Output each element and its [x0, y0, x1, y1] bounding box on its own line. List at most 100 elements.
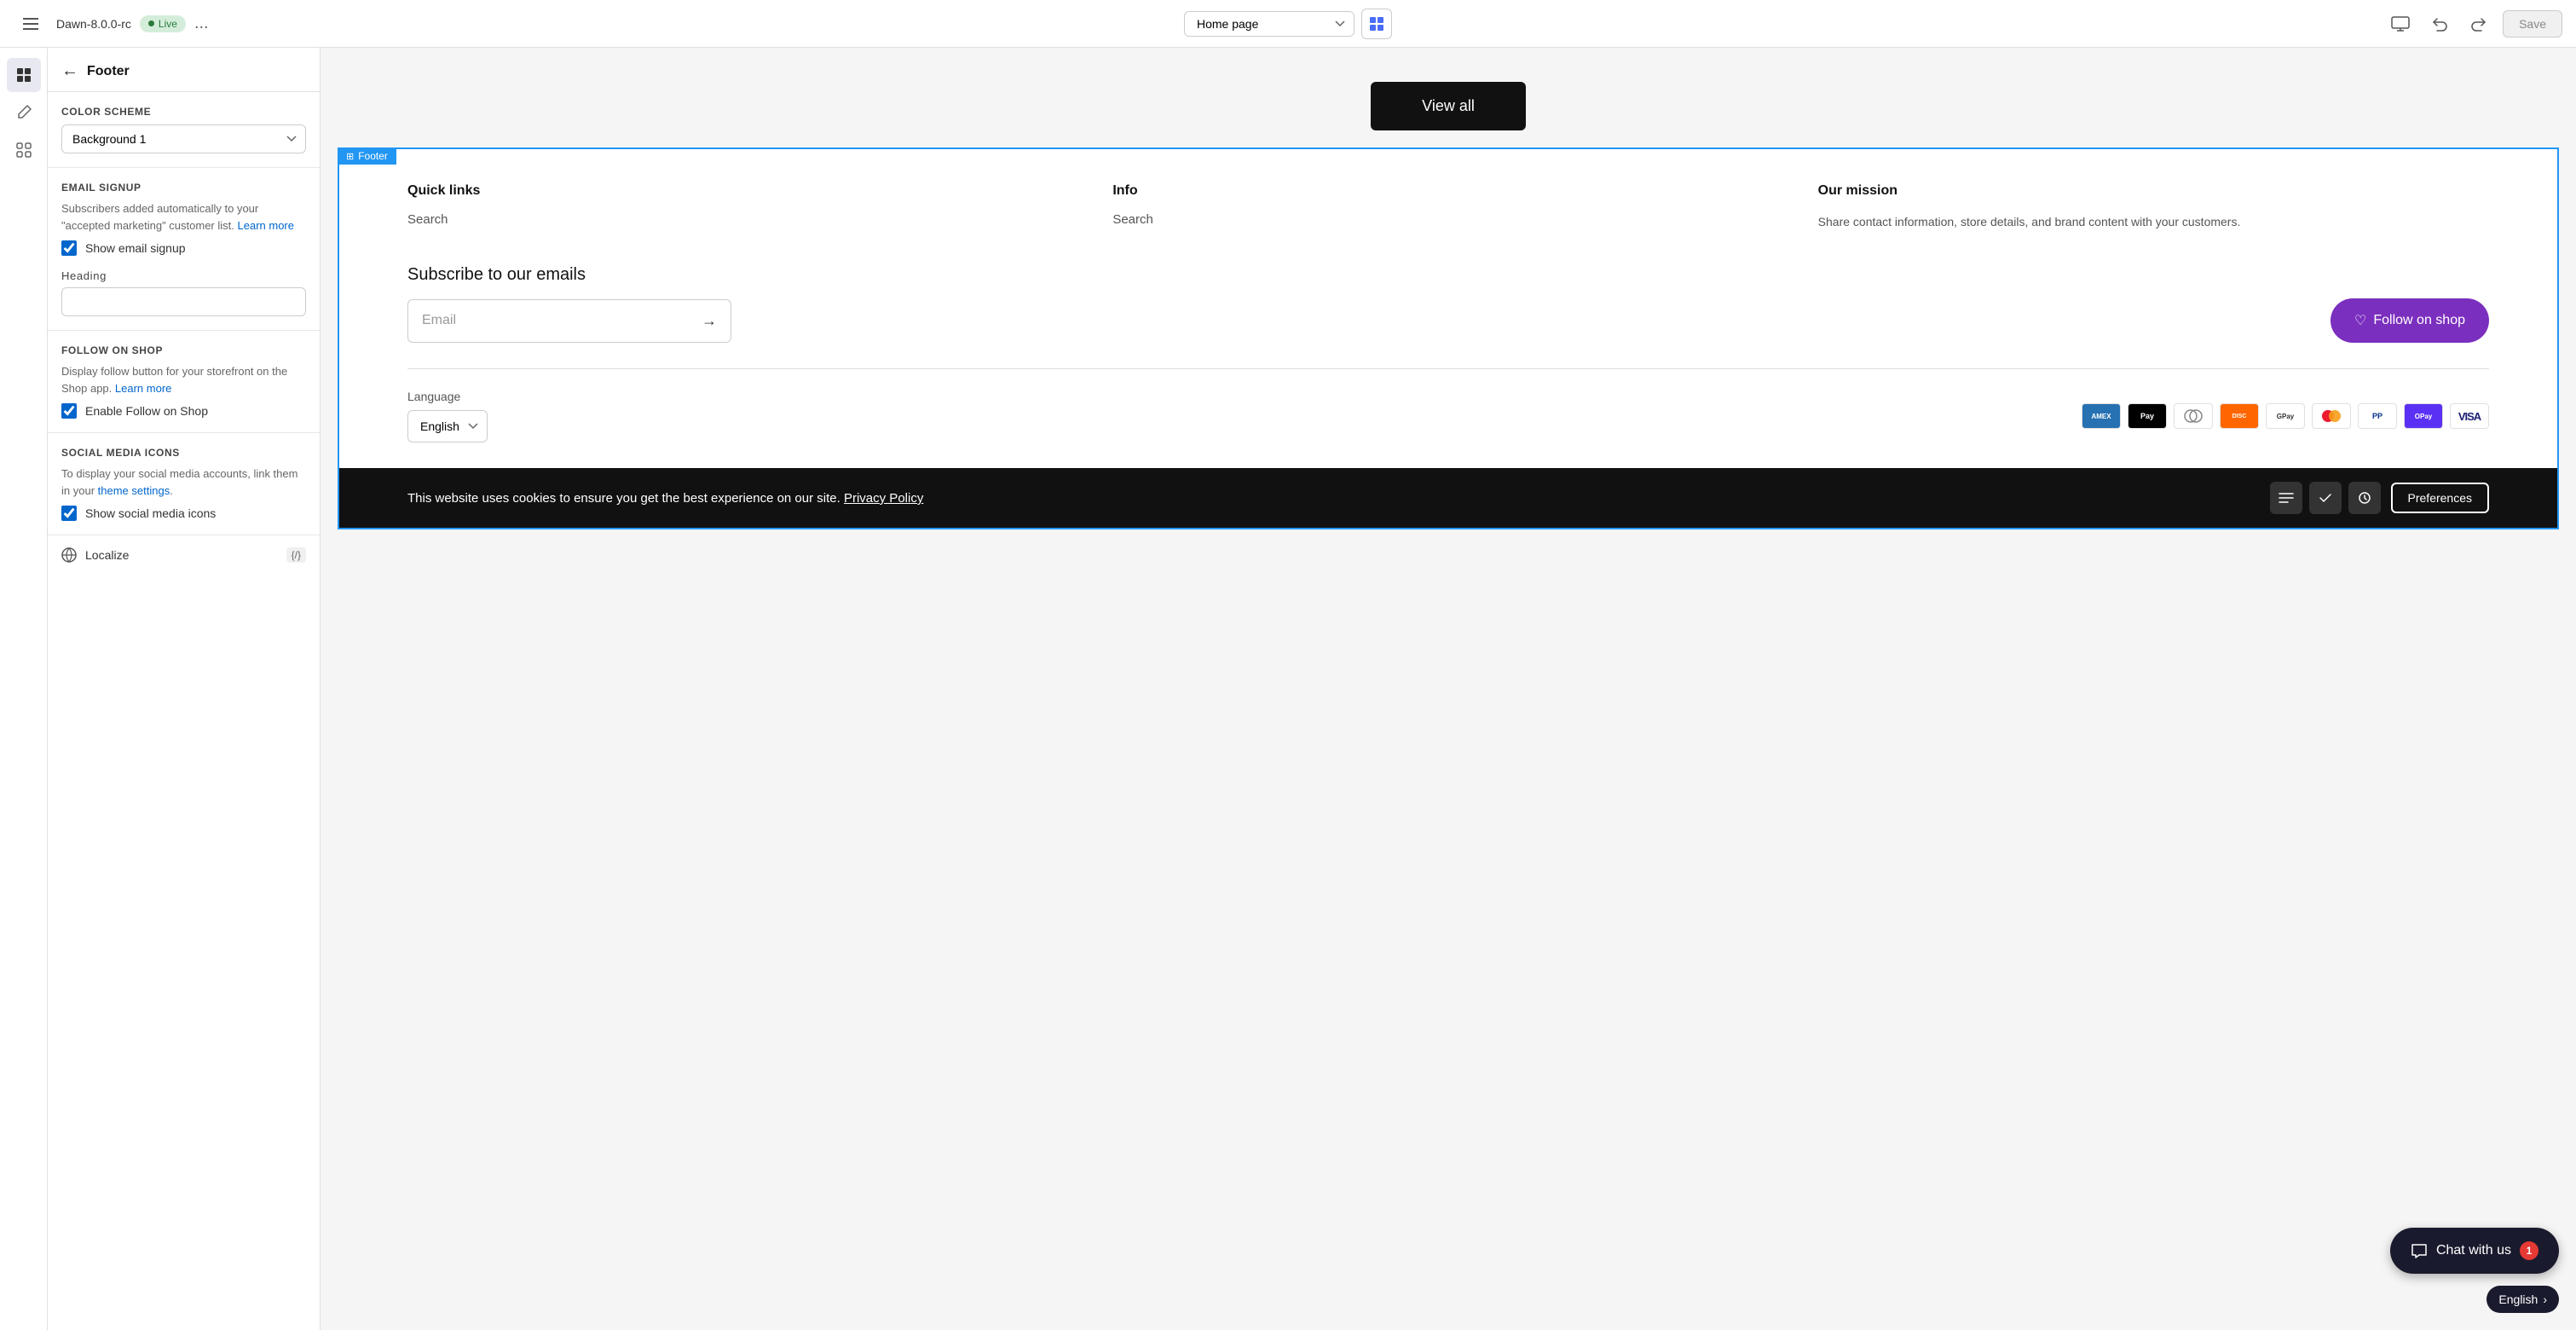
payment-apple: Pay: [2128, 403, 2167, 429]
sidebar-icon-apps[interactable]: [7, 133, 41, 167]
follow-btn-label: Follow on shop: [2373, 313, 2465, 328]
submit-arrow[interactable]: →: [702, 312, 717, 330]
follow-on-shop-label: FOLLOW ON SHOP: [61, 344, 306, 356]
topbar-center: Home page: [1184, 9, 1392, 39]
cookie-icons: [2270, 482, 2381, 514]
heading-input[interactable]: Subscribe to our emails: [61, 287, 306, 316]
enable-follow-row: Enable Follow on Shop: [61, 403, 306, 419]
undo-btn[interactable]: [2424, 9, 2455, 39]
follow-on-shop-section: FOLLOW ON SHOP Display follow button for…: [48, 331, 320, 433]
social-media-label: SOCIAL MEDIA ICONS: [61, 447, 306, 459]
info-search[interactable]: Search: [1112, 212, 1783, 227]
panel-header: ← Footer: [48, 48, 320, 92]
theme-settings-link[interactable]: theme settings: [98, 484, 170, 497]
heading-label: Heading: [61, 269, 306, 282]
social-media-desc: To display your social media accounts, l…: [61, 466, 306, 499]
email-signup-section: EMAIL SIGNUP Subscribers added automatic…: [48, 168, 320, 331]
footer-main: Quick links Search Info Search Our missi…: [339, 149, 2557, 468]
payment-paypal: PP: [2358, 403, 2397, 429]
color-scheme-label: Color scheme: [61, 106, 306, 118]
page-selector[interactable]: Home page: [1184, 11, 1354, 37]
show-social-label: Show social media icons: [85, 506, 216, 520]
redo-btn[interactable]: [2463, 9, 2494, 39]
payment-icons: AMEX Pay DISC GPay PP OPay VISA: [2082, 403, 2489, 429]
subscribe-row: Email → ♡ Follow on shop: [407, 298, 2489, 343]
footer-col-info: Info Search: [1112, 183, 1783, 231]
sidebar-icon-tools[interactable]: [7, 95, 41, 130]
live-badge: Live: [140, 15, 186, 32]
footer-tag-label: Footer: [358, 150, 388, 162]
live-dot: [148, 20, 154, 26]
email-signup-learn-more[interactable]: Learn more: [238, 219, 294, 232]
payment-google: GPay: [2266, 403, 2305, 429]
localize-icon: [61, 547, 77, 563]
color-scheme-section: Color scheme Background 1: [48, 92, 320, 168]
left-sidebar: [0, 48, 48, 1330]
localize-row[interactable]: Localize {/}: [48, 535, 320, 575]
payment-mastercard: [2312, 403, 2351, 429]
language-select[interactable]: English: [407, 410, 488, 442]
color-scheme-select[interactable]: Background 1: [61, 124, 306, 153]
cookie-icon-btn-1[interactable]: [2270, 482, 2302, 514]
email-signup-desc: Subscribers added automatically to your …: [61, 200, 306, 234]
chat-label: Chat with us: [2436, 1243, 2511, 1258]
footer-section: ⊞ Footer Quick links Search Info Search …: [338, 147, 2559, 529]
info-title: Info: [1112, 183, 1783, 199]
cookie-controls: Preferences: [2270, 482, 2489, 514]
footer-columns: Quick links Search Info Search Our missi…: [407, 183, 2489, 231]
preferences-button[interactable]: Preferences: [2391, 483, 2489, 513]
desktop-view-btn[interactable]: [2385, 9, 2416, 39]
chat-badge: 1: [2520, 1241, 2538, 1260]
subscribe-title: Subscribe to our emails: [407, 265, 2489, 285]
social-media-section: SOCIAL MEDIA ICONS To display your socia…: [48, 433, 320, 535]
cookie-icon-btn-2[interactable]: [2309, 482, 2342, 514]
sidebar-icon-sections[interactable]: [7, 58, 41, 92]
show-email-signup-row: Show email signup: [61, 240, 306, 256]
cookie-text: This website uses cookies to ensure you …: [407, 491, 923, 506]
chat-widget: Chat with us 1 English ›: [2390, 1228, 2559, 1313]
menu-icon[interactable]: [14, 7, 48, 41]
footer-col-mission: Our mission Share contact information, s…: [1818, 183, 2489, 231]
cookie-icon-btn-3[interactable]: [2348, 482, 2381, 514]
localize-label: Localize: [85, 548, 129, 562]
footer-tag-icon: ⊞: [346, 151, 354, 162]
quick-links-title: Quick links: [407, 183, 1078, 199]
language-section: Language English: [407, 390, 488, 442]
email-signup-label: EMAIL SIGNUP: [61, 182, 306, 194]
back-button[interactable]: ←: [61, 61, 78, 81]
cookie-bar: This website uses cookies to ensure you …: [339, 468, 2557, 528]
app-name: Dawn-8.0.0-rc: [56, 17, 131, 31]
grid-view-btn[interactable]: [1361, 9, 1392, 39]
chevron-right-icon: ›: [2543, 1292, 2547, 1306]
live-label: Live: [159, 18, 177, 30]
follow-on-shop-btn[interactable]: ♡ Follow on shop: [2331, 298, 2489, 343]
email-input-container[interactable]: Email →: [407, 299, 731, 343]
show-social-row: Show social media icons: [61, 506, 306, 521]
quick-links-search[interactable]: Search: [407, 212, 1078, 227]
localize-left: Localize: [61, 547, 129, 563]
enable-follow-checkbox[interactable]: [61, 403, 77, 419]
english-pill[interactable]: English ›: [2486, 1286, 2559, 1313]
chat-button[interactable]: Chat with us 1: [2390, 1228, 2559, 1274]
topbar: Dawn-8.0.0-rc Live ... Home page: [0, 0, 2576, 48]
show-email-signup-checkbox[interactable]: [61, 240, 77, 256]
footer-bottom: Language English AMEX Pay DISC GPay: [407, 390, 2489, 442]
payment-discover: DISC: [2220, 403, 2259, 429]
follow-on-shop-desc: Display follow button for your storefron…: [61, 363, 306, 396]
payment-amex: AMEX: [2082, 403, 2121, 429]
privacy-link[interactable]: Privacy Policy: [844, 491, 923, 506]
save-button[interactable]: Save: [2503, 10, 2562, 38]
more-options-btn[interactable]: ...: [194, 14, 209, 33]
payment-diners: [2174, 403, 2213, 429]
language-label: Language: [407, 390, 488, 403]
main-content: View all ⊞ Footer Quick links Search Inf…: [321, 48, 2576, 1330]
settings-panel: ← Footer Color scheme Background 1 EMAIL…: [48, 48, 321, 1330]
english-label: English: [2498, 1292, 2538, 1306]
topbar-right: Save: [1402, 9, 2562, 39]
chat-icon: [2411, 1243, 2428, 1258]
show-social-checkbox[interactable]: [61, 506, 77, 521]
view-all-button[interactable]: View all: [1371, 82, 1526, 130]
email-placeholder: Email: [422, 313, 456, 328]
follow-learn-more[interactable]: Learn more: [115, 382, 171, 395]
footer-divider: [407, 368, 2489, 369]
